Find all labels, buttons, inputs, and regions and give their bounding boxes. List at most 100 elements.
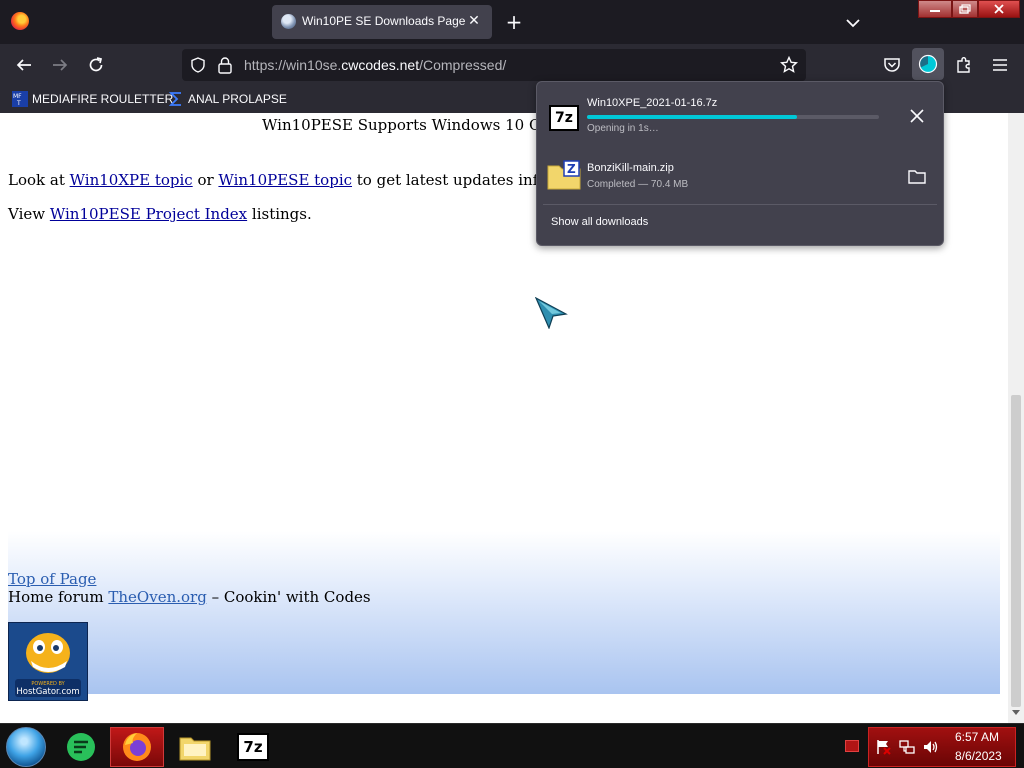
bookmark-label: ANAL PROLAPSE	[188, 92, 287, 106]
close-icon	[994, 4, 1004, 14]
action-center-flag-icon[interactable]	[875, 739, 891, 755]
url-bar[interactable]: https://win10se.cwcodes.net/Compressed/	[182, 49, 806, 81]
taskbar-7zip[interactable]: 7z	[226, 727, 280, 767]
close-icon	[910, 109, 924, 123]
text-fragment: listings.	[247, 205, 312, 223]
bookmark-second[interactable]: ANAL PROLAPSE	[168, 89, 287, 109]
globe-favicon-icon	[281, 14, 296, 29]
list-all-tabs-button[interactable]	[842, 12, 864, 34]
folder-icon	[179, 737, 211, 761]
restore-icon	[959, 4, 971, 14]
start-orb-button[interactable]	[6, 727, 46, 767]
bookmark-mediafire[interactable]: MF T MEDIAFIRE ROULETTER	[12, 89, 173, 109]
hamburger-menu-icon	[993, 59, 1007, 71]
win10pese-topic-link[interactable]: Win10PESE topic	[218, 171, 352, 189]
show-all-downloads-button[interactable]: Show all downloads	[551, 216, 648, 228]
download-filename: Win10XPE_2021-01-16.7z	[587, 97, 718, 109]
system-tray: 6:57 AM 8/6/2023	[868, 727, 1016, 767]
back-arrow-icon	[16, 59, 31, 71]
download-item-win10xpe[interactable]: 7z Win10XPE_2021-01-16.7z Opening in 1s…	[537, 82, 943, 138]
mediafire-icon: MFT	[12, 91, 28, 107]
badge-hostgator-text: HostGator.com	[16, 687, 79, 697]
tab-close-icon[interactable]: ✕	[464, 11, 484, 31]
url-prefix: https://win10se.	[244, 57, 342, 73]
clock-date[interactable]: 8/6/2023	[955, 749, 1002, 763]
download-status: Completed — 70.4 MB	[587, 179, 689, 190]
pocket-icon	[884, 58, 900, 72]
firefox-menu-icon[interactable]	[11, 12, 29, 30]
pocket-button[interactable]	[879, 52, 905, 78]
text-fragment: Home forum	[8, 588, 109, 606]
show-in-folder-button[interactable]	[907, 168, 927, 186]
download-item-bonzikill[interactable]: Z BonziKill-main.zip Completed — 70.4 MB	[537, 144, 943, 200]
window-controls	[918, 0, 1020, 18]
scrollbar-thumb[interactable]	[1011, 395, 1021, 707]
downloads-button[interactable]	[912, 48, 944, 80]
text-fragment: or	[192, 171, 219, 189]
url-domain: cwcodes.net	[341, 57, 420, 73]
new-tab-button[interactable]: +	[503, 11, 525, 33]
zip-icon-label: Z	[567, 162, 576, 176]
back-button[interactable]	[11, 52, 37, 78]
bookmark-star-icon[interactable]	[780, 56, 798, 74]
taskbar: 7z 6:57 AM 8/6/2023	[0, 723, 1024, 768]
minimize-icon	[930, 10, 940, 12]
hostgator-logo-icon: POWERED BY HostGator.com	[9, 623, 87, 700]
reload-button[interactable]	[83, 52, 109, 78]
folder-icon	[908, 170, 926, 184]
extensions-button[interactable]	[951, 52, 977, 78]
project-index-line: View Win10PESE Project Index listings.	[8, 205, 312, 223]
svg-text:MF: MF	[13, 93, 22, 100]
page-footer: Top of Page Home forum TheOven.org – Coo…	[8, 531, 1000, 701]
shield-icon[interactable]	[190, 57, 206, 73]
maximize-button[interactable]	[952, 0, 978, 18]
sigma-icon	[168, 92, 181, 106]
scroll-down-arrow-icon[interactable]	[1012, 709, 1020, 717]
download-progress-fill	[587, 115, 798, 119]
taskbar-notes-app[interactable]	[54, 727, 108, 767]
svg-text:T: T	[16, 100, 21, 107]
forward-arrow-icon	[53, 59, 68, 71]
support-heading: Win10PESE Supports Windows 10 Oct 20	[262, 116, 580, 134]
download-filename: BonziKill-main.zip	[587, 162, 674, 174]
cancel-download-button[interactable]	[907, 106, 927, 126]
latest-updates-line: Look at Win10XPE topic or Win10PESE topi…	[8, 171, 620, 189]
network-icon[interactable]	[899, 739, 915, 755]
lock-icon[interactable]	[217, 56, 233, 74]
url-path: /Compressed/	[419, 57, 507, 73]
text-fragment: Look at	[8, 171, 70, 189]
sevenzip-taskbar-label: 7z	[243, 738, 263, 756]
tab-active[interactable]: Win10PE SE Downloads Page ✕	[272, 5, 492, 39]
home-forum-line: Home forum TheOven.org – Cookin' with Co…	[8, 588, 371, 606]
navigation-toolbar: https://win10se.cwcodes.net/Compressed/	[0, 44, 1024, 85]
chevron-down-icon	[846, 19, 860, 28]
win10xpe-topic-link[interactable]: Win10XPE topic	[70, 171, 193, 189]
close-window-button[interactable]	[978, 0, 1020, 18]
project-index-link[interactable]: Win10PESE Project Index	[50, 205, 247, 223]
download-status: Opening in 1s…	[587, 123, 659, 134]
text-fragment: – Cookin' with Codes	[206, 588, 371, 606]
theoven-link[interactable]: TheOven.org	[108, 588, 206, 606]
downloads-panel: 7z Win10XPE_2021-01-16.7z Opening in 1s……	[536, 81, 944, 246]
url-text: https://win10se.cwcodes.net/Compressed/	[244, 57, 506, 73]
clock-time[interactable]: 6:57 AM	[955, 730, 999, 744]
sevenzip-file-icon: 7z	[549, 105, 579, 131]
puzzle-icon	[957, 57, 970, 73]
show-hidden-icons-button[interactable]	[845, 740, 859, 752]
firefox-icon	[123, 733, 151, 761]
notes-app-icon	[67, 733, 95, 761]
top-of-page-link[interactable]: Top of Page	[8, 570, 96, 588]
page-scrollbar[interactable]	[1008, 113, 1024, 723]
volume-icon[interactable]	[922, 739, 940, 755]
title-bar: Win10PE SE Downloads Page ✕ +	[0, 0, 1024, 44]
taskbar-file-explorer[interactable]	[168, 727, 222, 767]
tab-title: Win10PE SE Downloads Page	[302, 14, 466, 28]
app-menu-button[interactable]	[987, 52, 1013, 78]
taskbar-firefox[interactable]	[110, 727, 164, 767]
download-progress-icon	[918, 54, 938, 74]
mouse-cursor-icon	[535, 297, 568, 329]
text-fragment: View	[8, 205, 50, 223]
minimize-button[interactable]	[918, 0, 952, 18]
forward-button[interactable]	[47, 52, 73, 78]
hostgator-badge[interactable]: POWERED BY HostGator.com	[8, 622, 88, 701]
